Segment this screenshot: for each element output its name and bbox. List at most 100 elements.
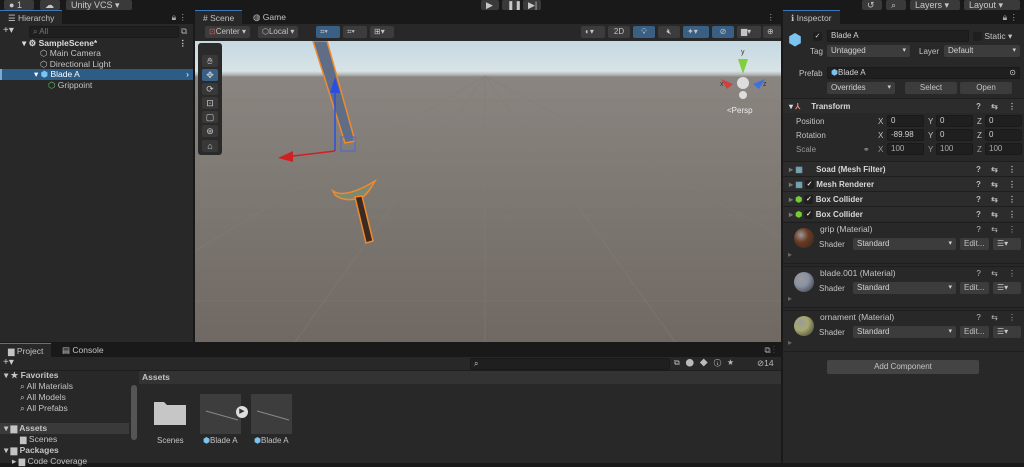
layers-dropdown[interactable]: Layers ▾ bbox=[910, 0, 960, 10]
help-preset-menu-icons[interactable]: ? ⇆ ⋮ bbox=[976, 177, 1020, 192]
help-preset-menu-icons[interactable]: ? ⇆ ⋮ bbox=[976, 162, 1020, 177]
rotation-z-field[interactable]: 0 bbox=[985, 129, 1022, 141]
scale-y-field[interactable]: 100 bbox=[936, 143, 973, 155]
transform-tool[interactable]: ⊛ bbox=[202, 125, 218, 137]
hand-tool[interactable]: ✋︎ bbox=[202, 55, 218, 67]
custom-tool[interactable]: ⌂ bbox=[202, 140, 218, 152]
edit-shader-button[interactable]: Edit... bbox=[960, 326, 989, 338]
align-button[interactable]: ⊞▾ bbox=[370, 26, 394, 38]
tree-scrollbar[interactable] bbox=[131, 385, 137, 440]
box-collider-header[interactable]: ▸ ⬢ ✓ Box Collider ? ⇆ ⋮ bbox=[783, 206, 1024, 221]
tab-console[interactable]: ▤ Console bbox=[54, 343, 112, 357]
rotation-y-field[interactable]: 0 bbox=[936, 129, 973, 141]
tab-game[interactable]: ◍ Game bbox=[245, 10, 294, 24]
search-options-icon[interactable]: ⧉ bbox=[181, 26, 187, 37]
edit-shader-button[interactable]: Edit... bbox=[960, 282, 989, 294]
panel-menu-icon[interactable]: ⋮ bbox=[767, 12, 776, 23]
space-local-dropdown[interactable]: ⬡Local ▾ bbox=[258, 26, 299, 38]
material-options-dropdown[interactable]: ☰▾ bbox=[993, 238, 1021, 250]
camera-dropdown[interactable]: ▆▾ bbox=[737, 26, 761, 38]
enabled-checkbox[interactable]: ✓ bbox=[804, 195, 814, 205]
tab-project[interactable]: ▆ Project bbox=[0, 343, 52, 357]
mesh-renderer-header[interactable]: ▸ ▦ ✓ Mesh Renderer ? ⇆ ⋮ bbox=[783, 176, 1024, 191]
scale-tool[interactable]: ⊡ bbox=[202, 97, 218, 109]
search-by-type-icon[interactable]: ⧉ bbox=[674, 358, 686, 367]
tag-dropdown[interactable]: Untagged bbox=[827, 45, 910, 57]
lock-and-menu-icon[interactable]: 🔒︎ ⋮ bbox=[172, 12, 187, 23]
shader-dropdown[interactable]: Standard bbox=[853, 326, 956, 338]
position-x-field[interactable]: 0 bbox=[887, 115, 924, 127]
hidden-packages-toggle[interactable]: ⊘14 bbox=[757, 358, 774, 369]
material-options-dropdown[interactable]: ☰▾ bbox=[993, 282, 1021, 294]
select-button[interactable]: Select bbox=[905, 82, 957, 94]
help-preset-menu-icons[interactable]: ? ⇆ ⋮ bbox=[976, 225, 1020, 234]
move-tool[interactable]: ✥ bbox=[202, 69, 218, 81]
name-field[interactable]: Blade A bbox=[827, 30, 969, 42]
scale-z-field[interactable]: 100 bbox=[985, 143, 1022, 155]
enabled-checkbox[interactable]: ✓ bbox=[805, 180, 815, 190]
shading-mode-dropdown[interactable]: ◐▾ bbox=[581, 26, 605, 38]
foldout-icon[interactable]: ▸ bbox=[788, 338, 792, 347]
history-button[interactable]: ↺ bbox=[862, 0, 882, 10]
object-picker-icon[interactable]: ⊙ bbox=[1009, 68, 1016, 78]
shader-dropdown[interactable]: Standard bbox=[853, 238, 956, 250]
warning-icon[interactable]: ⓘ bbox=[714, 358, 727, 367]
help-preset-menu-icons[interactable]: ? ⇆ ⋮ bbox=[976, 192, 1020, 207]
pause-button[interactable]: ❚❚ bbox=[502, 0, 522, 10]
hierarchy-search-input[interactable]: ⌕ All bbox=[29, 26, 179, 38]
step-button[interactable]: ▶| bbox=[523, 0, 541, 10]
prefab-field[interactable]: ⬢Blade A ⊙ bbox=[827, 67, 1020, 79]
tag-icon[interactable]: ◆ bbox=[700, 358, 714, 367]
projection-toggle[interactable]: <Persp bbox=[727, 106, 753, 115]
lighting-toggle[interactable]: 💡︎ bbox=[633, 26, 655, 38]
foldout-icon[interactable]: ▸ bbox=[788, 294, 792, 303]
tab-inspector[interactable]: ℹ Inspector bbox=[783, 10, 840, 24]
help-preset-menu-icons[interactable]: ? ⇆ ⋮ bbox=[976, 269, 1020, 278]
rotation-x-field[interactable]: -89.98 bbox=[887, 129, 924, 141]
chevron-right-icon[interactable]: › bbox=[186, 69, 189, 80]
open-button[interactable]: Open bbox=[960, 82, 1012, 94]
play-button[interactable]: ▶ bbox=[481, 0, 499, 10]
tree-packages[interactable]: ▾ ▆ Packages bbox=[4, 445, 59, 456]
rect-tool[interactable]: ▢ bbox=[202, 111, 218, 123]
create-button[interactable]: +▾ bbox=[3, 25, 14, 36]
shader-dropdown[interactable]: Standard bbox=[853, 282, 956, 294]
vcs-dropdown[interactable]: Unity VCS ▾ bbox=[66, 0, 132, 10]
expand-play-icon[interactable]: ▶ bbox=[236, 406, 248, 418]
foldout-icon[interactable]: ▸ bbox=[788, 250, 792, 259]
material-options-dropdown[interactable]: ☰▾ bbox=[993, 326, 1021, 338]
constrain-proportions-icon[interactable]: ⚭ bbox=[863, 145, 870, 154]
box-collider-header[interactable]: ▸ ⬢ ✓ Box Collider ? ⇆ ⋮ bbox=[783, 191, 1024, 206]
layer-dropdown[interactable]: Default bbox=[944, 45, 1020, 57]
transform-header[interactable]: ▾ ⅄ Transform ? ⇆ ⋮ bbox=[783, 98, 1024, 113]
tree-all-prefabs[interactable]: ⌕ All Prefabs bbox=[20, 403, 68, 414]
tree-all-materials[interactable]: ⌕ All Materials bbox=[20, 381, 73, 392]
scene-menu-icon[interactable]: ⋮ bbox=[179, 38, 188, 49]
asset-blade-a-prefab[interactable] bbox=[251, 394, 292, 434]
asset-scenes-folder[interactable] bbox=[152, 398, 188, 428]
layout-dropdown[interactable]: Layout ▾ bbox=[964, 0, 1020, 10]
tab-hierarchy[interactable]: ☰ Hierarchy bbox=[0, 10, 63, 24]
search-button[interactable]: ⌕ bbox=[886, 0, 906, 10]
mesh-filter-header[interactable]: ▸ ▦ Soad (Mesh Filter) ? ⇆ ⋮ bbox=[783, 161, 1024, 176]
help-preset-menu-icons[interactable]: ? ⇆ ⋮ bbox=[976, 99, 1020, 114]
account-dropdown[interactable]: ● 1 bbox=[4, 0, 34, 10]
hierarchy-item-grippoint[interactable]: ⬡ Grippoint bbox=[48, 80, 92, 91]
scene-viewport[interactable]: y x z <Persp ✋︎ ✥ ⟳ ⊡ ▢ ⊛ ⌂ bbox=[195, 41, 781, 342]
increment-snap-button[interactable]: ⌗▾ bbox=[343, 26, 367, 38]
panel-menu-icons[interactable]: ⧉ ⋮ bbox=[764, 345, 775, 356]
tree-favorites[interactable]: ▾ ★ Favorites bbox=[4, 370, 58, 381]
favorite-star-icon[interactable]: ★ bbox=[727, 358, 740, 367]
position-z-field[interactable]: 0 bbox=[985, 115, 1022, 127]
active-checkbox[interactable]: ✓ bbox=[813, 31, 822, 42]
asset-blade-a-model[interactable] bbox=[200, 394, 241, 434]
cloud-button[interactable]: ☁ bbox=[40, 0, 60, 10]
gizmos-dropdown[interactable]: ⊕ bbox=[763, 26, 781, 38]
create-button[interactable]: +▾ bbox=[3, 357, 14, 368]
add-component-button[interactable]: Add Component bbox=[827, 360, 979, 374]
tree-code-coverage[interactable]: ▸ ▆ Code Coverage bbox=[12, 456, 87, 467]
static-checkbox[interactable]: Static ▾ bbox=[973, 31, 1012, 42]
rotate-tool[interactable]: ⟳ bbox=[202, 83, 218, 95]
overrides-dropdown[interactable]: Overrides bbox=[827, 82, 895, 94]
tree-scenes[interactable]: ▆ Scenes bbox=[20, 434, 57, 445]
